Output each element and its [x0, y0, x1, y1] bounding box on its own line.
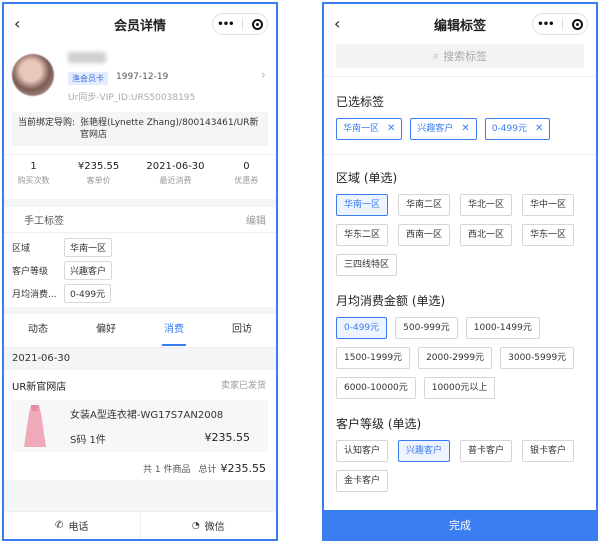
- more-icon[interactable]: •••: [537, 19, 554, 30]
- close-mini-program-icon[interactable]: [251, 18, 263, 30]
- wechat-icon: ◔: [191, 520, 200, 531]
- remove-icon[interactable]: ✕: [535, 123, 543, 134]
- selected-tag[interactable]: 0-499元 ✕: [484, 118, 551, 140]
- level-options: 认知客户 兴趣客户 普卡客户 银卡客户 金卡客户: [336, 440, 584, 492]
- spend-options: 0-499元 500-999元 1000-1499元 1500-1999元 20…: [336, 317, 584, 399]
- stat-purchase-count: 1 购买次数: [17, 161, 50, 185]
- search-input[interactable]: ⌕ 搜索标签: [336, 44, 584, 68]
- wechat-button[interactable]: ◔ 微信: [141, 512, 277, 539]
- edit-tags-screen: ‹ 编辑标签 ••• ⌕ 搜索标签 已选标签 华南一区 ✕ 兴趣客户 ✕ 0-499…: [322, 2, 598, 541]
- member-name-blurred: [68, 52, 106, 63]
- member-card-badge: 渔会员卡: [68, 72, 108, 85]
- order-summary: 共 1 件商品 总计 ¥235.55: [143, 462, 266, 475]
- product-price: ¥235.55: [204, 431, 251, 444]
- mini-program-capsule: •••: [212, 13, 268, 35]
- tab-bar: 动态 偏好 消费 回访: [4, 314, 276, 348]
- selected-tag[interactable]: 华南一区 ✕: [336, 118, 403, 140]
- region-option[interactable]: 华南二区: [398, 194, 451, 216]
- level-title: 客户等级 (单选): [336, 417, 422, 431]
- tab-preference[interactable]: 偏好: [72, 314, 140, 347]
- region-option[interactable]: 西南一区: [398, 224, 451, 246]
- bottom-action-bar: ✆ 电话 ◔ 微信: [4, 511, 276, 539]
- spend-option[interactable]: 1500-1999元: [336, 347, 411, 369]
- close-mini-program-icon[interactable]: [571, 18, 583, 30]
- order-date: 2021-06-30: [12, 353, 71, 364]
- tag-row: 客户等级 兴趣客户: [4, 259, 276, 282]
- nav-bar: ‹ 编辑标签 •••: [324, 4, 596, 44]
- member-detail-screen: ‹ 会员详情 ••• 渔会员卡 1997-12-19 Ur同步-VIP_ID:U…: [2, 2, 278, 541]
- tag-level-value: 兴趣客户: [64, 261, 113, 280]
- guide-label: 当前绑定导购:: [18, 118, 76, 128]
- order-status: 卖家已发货: [220, 381, 266, 391]
- region-option[interactable]: 华南一区: [336, 194, 389, 216]
- remove-icon[interactable]: ✕: [387, 123, 395, 134]
- back-icon[interactable]: ‹: [14, 14, 20, 33]
- product-sku: S码 1件: [70, 435, 106, 446]
- tab-revisit[interactable]: 回访: [208, 314, 276, 347]
- search-icon: ⌕: [432, 49, 440, 62]
- spend-option[interactable]: 500-999元: [395, 317, 458, 339]
- region-option[interactable]: 华东一区: [522, 224, 575, 246]
- product-image: [20, 403, 50, 449]
- tab-consumption[interactable]: 消费: [140, 314, 208, 347]
- nav-bar: ‹ 会员详情 •••: [4, 4, 276, 44]
- product-row[interactable]: 女装A型连衣裙-WG17S7AN2008 S码 1件 ¥235.55: [12, 400, 268, 452]
- region-option[interactable]: 三四线特区: [336, 254, 398, 276]
- tag-spend-value: 0-499元: [64, 284, 112, 303]
- level-option[interactable]: 普卡客户: [460, 440, 513, 462]
- active-tab-indicator: [162, 344, 186, 346]
- guide-value: 张艳程(Lynette Zhang)/800143461/UR新官网店: [80, 118, 259, 140]
- region-option[interactable]: 西北一区: [460, 224, 513, 246]
- tag-row: 区域 华南一区: [4, 236, 276, 259]
- region-title: 区域 (单选): [336, 171, 398, 185]
- product-name: 女装A型连衣裙-WG17S7AN2008: [70, 410, 224, 421]
- selected-tags: 华南一区 ✕ 兴趣客户 ✕ 0-499元 ✕: [336, 118, 584, 140]
- spend-option[interactable]: 2000-2999元: [418, 347, 493, 369]
- level-option[interactable]: 认知客户: [336, 440, 389, 462]
- stats-row: 1 购买次数 ¥235.55 客单价 2021-06-30 最近消费 0 优惠券: [4, 154, 276, 199]
- member-profile[interactable]: 渔会员卡 1997-12-19 Ur同步-VIP_ID:URS50038195 …: [4, 44, 276, 112]
- level-option[interactable]: 兴趣客户: [398, 440, 451, 462]
- order-card[interactable]: UR新官网店 卖家已发货 女装A型连衣裙-WG17S7AN2008 S码 1件 …: [4, 370, 276, 480]
- region-options: 华南一区 华南二区 华北一区 华中一区 华东二区 西南一区 西北一区 华东一区 …: [336, 194, 584, 276]
- call-button[interactable]: ✆ 电话: [4, 512, 141, 539]
- page-title: 会员详情: [113, 18, 166, 34]
- manual-tags-section: 手工标签 编辑 区域 华南一区 客户等级 兴趣客户 月均消费... 0-499元: [4, 207, 276, 307]
- bound-guide-box: 当前绑定导购: 张艳程(Lynette Zhang)/800143461/UR新…: [12, 112, 268, 146]
- region-option[interactable]: 华中一区: [522, 194, 575, 216]
- spend-option[interactable]: 3000-5999元: [500, 347, 575, 369]
- tag-row: 月均消费... 0-499元: [4, 282, 276, 305]
- tag-region-value: 华南一区: [64, 238, 113, 257]
- edit-tags-link[interactable]: 编辑: [246, 212, 266, 227]
- spend-option[interactable]: 6000-10000元: [336, 377, 416, 399]
- chevron-right-icon: ›: [260, 68, 266, 83]
- more-icon[interactable]: •••: [217, 19, 234, 30]
- selected-tag[interactable]: 兴趣客户 ✕: [410, 118, 477, 140]
- stat-last-purchase: 2021-06-30 最近消费: [146, 161, 205, 185]
- spend-option[interactable]: 10000元以上: [423, 377, 496, 399]
- manual-tags-title: 手工标签: [24, 216, 64, 227]
- spend-option[interactable]: 1000-1499元: [465, 317, 540, 339]
- selected-tags-title: 已选标签: [336, 95, 385, 109]
- done-button[interactable]: 完成: [324, 510, 596, 539]
- pink-dress-image: [24, 405, 46, 447]
- tab-activity[interactable]: 动态: [4, 314, 72, 347]
- spend-option[interactable]: 0-499元: [336, 317, 388, 339]
- level-option[interactable]: 金卡客户: [336, 470, 389, 492]
- stat-coupons: 0 优惠券: [234, 161, 259, 185]
- spend-title: 月均消费金额 (单选): [336, 294, 446, 308]
- page-title: 编辑标签: [433, 18, 486, 34]
- back-icon[interactable]: ‹: [334, 14, 340, 33]
- store-name: UR新官网店: [12, 382, 67, 393]
- phone-icon: ✆: [55, 520, 64, 531]
- region-option[interactable]: 华北一区: [460, 194, 513, 216]
- stat-avg-price: ¥235.55 客单价: [77, 161, 120, 185]
- avatar: [12, 54, 54, 96]
- sync-id: Ur同步-VIP_ID:URS50038195: [68, 93, 196, 103]
- level-option[interactable]: 银卡客户: [522, 440, 575, 462]
- remove-icon[interactable]: ✕: [461, 123, 469, 134]
- mini-program-capsule: •••: [532, 13, 588, 35]
- region-option[interactable]: 华东二区: [336, 224, 389, 246]
- birthday: 1997-12-19: [116, 72, 169, 82]
